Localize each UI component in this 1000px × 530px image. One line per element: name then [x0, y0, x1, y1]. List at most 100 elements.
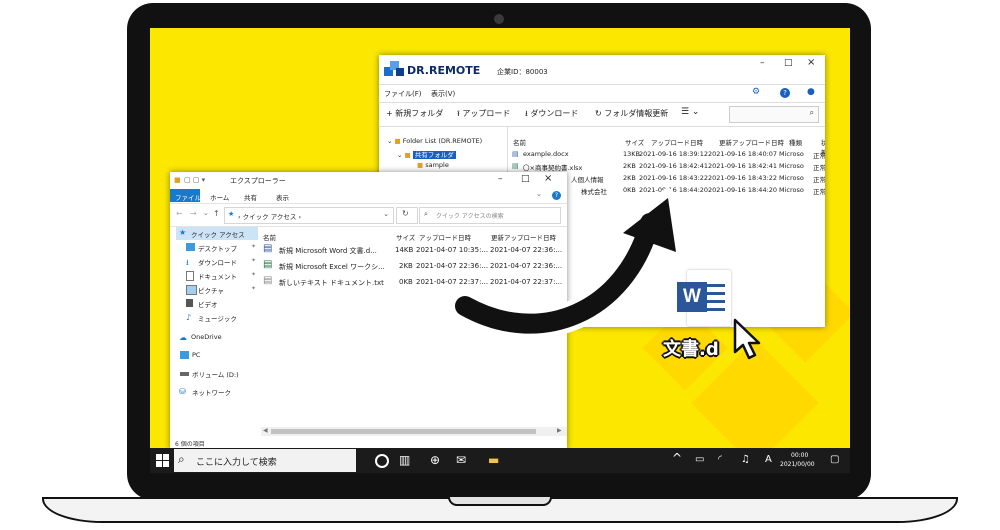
user-icon[interactable]: ● — [807, 87, 815, 97]
tab-view[interactable]: 表示 — [276, 192, 289, 202]
settings-gear-icon[interactable]: ⚙ — [752, 87, 760, 97]
nav-label: ダウンロード — [198, 259, 237, 267]
nav-label: ビデオ — [198, 301, 218, 309]
cortana-icon[interactable] — [375, 454, 389, 468]
pin-icon: ✦ — [250, 257, 256, 264]
battery-icon[interactable]: ▭ — [695, 453, 704, 467]
taskbar-search-box[interactable]: ⌕ ここに入力して検索 — [174, 449, 356, 472]
col-name[interactable]: 名前 — [513, 137, 526, 147]
file-size: 0KB — [399, 278, 413, 286]
col-updated[interactable]: 更新アップロード日時 — [719, 137, 784, 147]
close-icon[interactable]: × — [544, 173, 552, 184]
help-icon[interactable]: ? — [780, 88, 790, 98]
tab-home[interactable]: ホーム — [210, 192, 229, 202]
quick-access-toolbar-icon[interactable]: ▢ ▢ ▾ — [184, 176, 205, 184]
col-size[interactable]: サイズ — [396, 232, 415, 242]
nav-videos[interactable]: ビデオ — [176, 297, 258, 310]
volume-icon[interactable]: ♫ — [741, 453, 750, 467]
dr-remote-logo-text: DR.REMOTE — [407, 64, 481, 77]
webcam — [494, 14, 504, 24]
menu-file[interactable]: ファイル(F) — [384, 89, 422, 99]
tree-root[interactable]: ⌄ ■ Folder List (DR.REMOTE) — [387, 137, 482, 145]
nav-onedrive[interactable]: ☁ OneDrive — [176, 331, 258, 344]
wifi-icon[interactable]: ◜ — [718, 453, 722, 467]
word-file-icon: ▤ — [512, 150, 519, 158]
address-dropdown-icon[interactable]: ⌄ — [383, 210, 389, 218]
nav-music[interactable]: ♪ ミュージック — [176, 311, 258, 324]
nav-downloads[interactable]: ⭳ ダウンロード ✦ — [176, 255, 258, 268]
col-size[interactable]: サイズ — [625, 137, 644, 147]
file-name: example.docx — [523, 150, 569, 158]
close-icon[interactable]: × — [807, 57, 815, 68]
folder-icon: ■ — [417, 161, 424, 169]
file-size: 2KB — [623, 174, 636, 182]
browser-globe-icon[interactable]: ⊕ — [430, 453, 440, 467]
pin-icon: ✦ — [250, 285, 256, 292]
dragged-word-file[interactable]: W — [673, 268, 735, 330]
minimize-icon[interactable]: – — [498, 174, 503, 184]
file-updated: 2021-09-16 18:43:22 — [708, 174, 778, 182]
laptop-notch — [448, 497, 552, 506]
new-folder-button[interactable]: + 新規フォルダ — [386, 108, 443, 119]
maximize-icon[interactable]: □ — [521, 174, 530, 184]
scroll-right-icon[interactable]: ▶ — [557, 427, 562, 434]
col-type[interactable]: 種類 — [789, 137, 802, 147]
notification-icon[interactable]: ▢ — [830, 453, 839, 467]
nav-volume-d[interactable]: ボリューム (D:) — [176, 367, 258, 380]
dr-search-input[interactable]: ⌕ — [729, 106, 819, 123]
nav-desktop[interactable]: デスクトップ ✦ — [176, 241, 258, 254]
refresh-label: フォルダ情報更新 — [604, 109, 669, 118]
download-button[interactable]: ⭳ ダウンロード — [525, 108, 578, 122]
tab-file[interactable]: ファイル — [170, 189, 201, 202]
refresh-button[interactable]: ↻ フォルダ情報更新 — [595, 108, 668, 119]
tree-sample-folder[interactable]: ■ sample — [417, 161, 449, 169]
table-row[interactable]: ▤ 〇×商事契約書.xlsx 2KB 2021-09-16 18:42:41 2… — [509, 161, 825, 172]
taskbar-search-text: ここに入力して検索 — [196, 458, 277, 468]
table-row[interactable]: ▤ example.docx 13KB 2021-09-16 18:39:12 … — [509, 149, 825, 160]
address-input[interactable]: ★ › クイック アクセス › ⌄ — [224, 207, 394, 224]
ime-indicator[interactable]: A — [765, 453, 772, 467]
tree-shared-label: 共有フォルダ — [412, 151, 456, 159]
dr-toolbar: + 新規フォルダ ⭱ アップロード ⭳ ダウンロード ↻ フォルダ情報更新 ☰ … — [379, 102, 825, 127]
back-icon[interactable]: ← — [176, 209, 183, 218]
clock-time[interactable]: 00:00 — [791, 452, 808, 459]
clock-date[interactable]: 2021/00/00 — [780, 461, 815, 468]
upload-button[interactable]: ⭱ アップロード — [457, 108, 510, 122]
mail-icon[interactable]: ✉ — [456, 453, 466, 467]
status-item-count: 6 個の項目 — [175, 441, 205, 448]
forward-icon[interactable]: → — [190, 209, 197, 218]
breadcrumb: › クイック アクセス › — [238, 213, 302, 221]
chevron-up-icon[interactable]: ^ — [672, 451, 682, 465]
refresh-button[interactable]: ↻ — [396, 207, 418, 224]
windows-start-icon[interactable] — [156, 454, 169, 467]
refresh-icon: ↻ — [402, 209, 409, 218]
file-explorer-icon[interactable]: ▬ — [488, 453, 499, 467]
file-type: Microso — [779, 186, 804, 194]
scroll-left-icon[interactable]: ◀ — [263, 427, 268, 434]
maximize-icon[interactable]: □ — [784, 58, 793, 68]
nav-quick-access[interactable]: ★ クイック アクセス — [176, 227, 258, 240]
minimize-icon[interactable]: – — [760, 58, 765, 68]
dragged-file-label: 文書.d — [663, 339, 719, 360]
tree-shared-folder[interactable]: ⌄ ■ 共有フォルダ — [397, 149, 456, 159]
cloud-icon: ☁ — [179, 333, 187, 342]
menu-view[interactable]: 表示(V) — [431, 89, 455, 99]
nav-pictures[interactable]: ピクチャ ✦ — [176, 283, 258, 296]
horizontal-scrollbar[interactable]: ◀ ▶ — [261, 427, 567, 436]
col-uploaded[interactable]: アップロード日時 — [651, 137, 703, 147]
col-name[interactable]: 名前 — [263, 232, 276, 242]
file-uploaded: 2021-09-16 18:39:12 — [639, 150, 709, 158]
view-options-icon[interactable]: ☰ ⌄ — [681, 107, 699, 117]
download-icon: ⭳ — [525, 109, 528, 118]
nav-documents[interactable]: ドキュメント ✦ — [176, 269, 258, 282]
nav-network[interactable]: ⛁ ネットワーク — [176, 385, 258, 398]
task-view-icon[interactable]: ▥ — [399, 453, 410, 467]
search-icon: ⌕ — [178, 452, 185, 466]
tab-share[interactable]: 共有 — [244, 192, 257, 202]
up-icon[interactable]: ↑ — [213, 209, 220, 218]
scrollbar-thumb[interactable] — [271, 429, 536, 434]
word-file-icon: ▤ — [263, 243, 273, 254]
recent-dropdown-icon[interactable]: ⌄ — [203, 209, 209, 217]
nav-pc[interactable]: PC — [176, 349, 258, 362]
nav-label: ネットワーク — [192, 389, 231, 397]
